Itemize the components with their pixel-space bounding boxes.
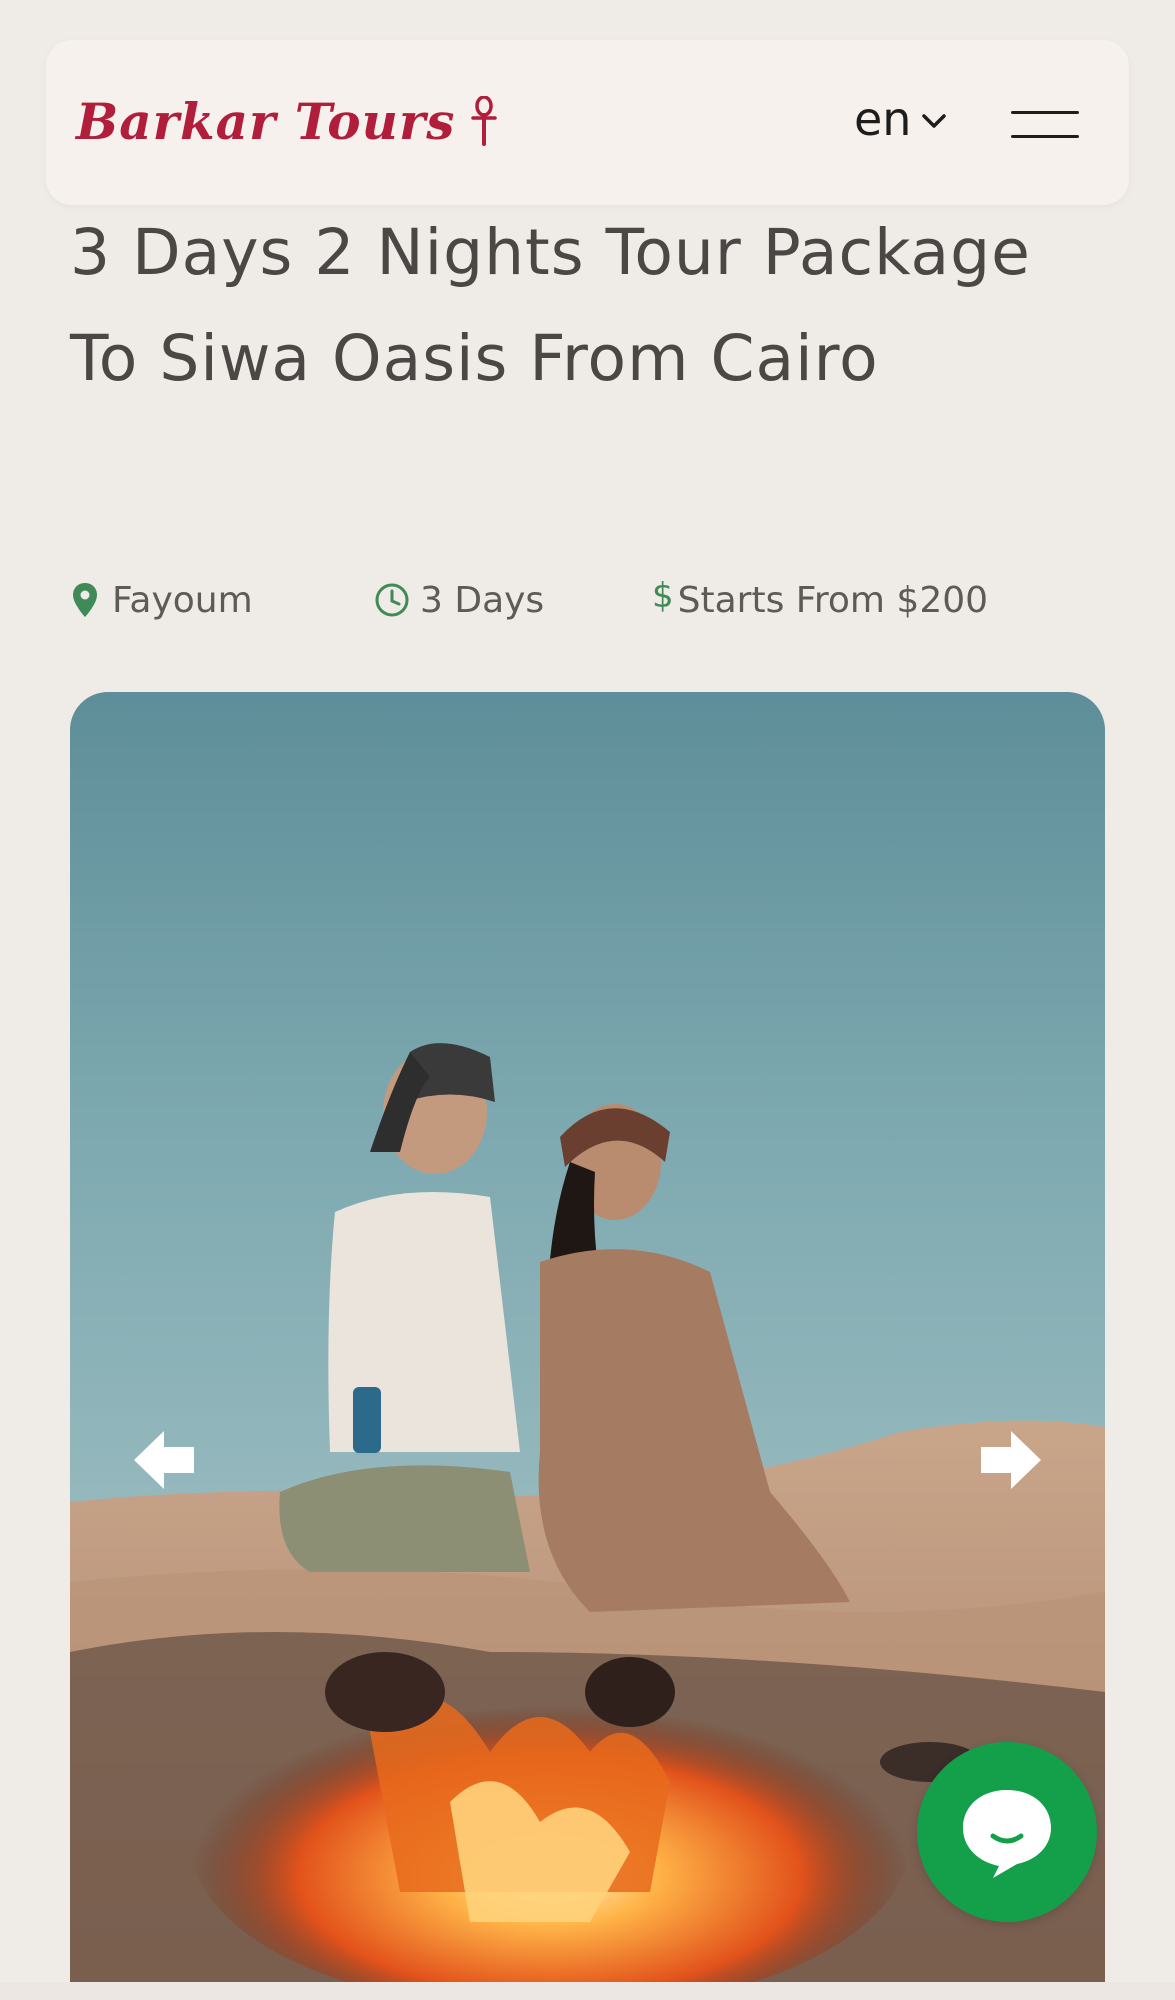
tour-price-text: Starts From $200 (677, 579, 989, 621)
menu-line-top (1011, 111, 1079, 114)
tour-location: Fayoum (72, 572, 253, 628)
chat-bubble-icon (963, 1790, 1051, 1878)
tour-duration-text: 3 Days (420, 579, 545, 621)
menu-line-bottom (1011, 135, 1079, 138)
chat-button[interactable] (917, 1742, 1097, 1922)
map-pin-icon (72, 582, 98, 618)
language-selector[interactable]: en (854, 92, 947, 146)
clock-icon (374, 582, 410, 618)
arrow-right-icon[interactable] (975, 1425, 1045, 1495)
tour-price: $ Starts From $200 (652, 572, 988, 628)
page-bottom-strip (0, 1982, 1175, 2000)
tour-duration: 3 Days (374, 572, 544, 628)
dollar-icon: $ (652, 576, 674, 616)
hamburger-menu-icon[interactable] (1011, 107, 1081, 141)
tour-location-text: Fayoum (112, 579, 253, 621)
brand-logo[interactable]: Barkar Tours (76, 92, 498, 151)
brand-logo-text: Barkar Tours (76, 92, 456, 151)
tour-title: 3 Days 2 Nights Tour Package To Siwa Oas… (70, 216, 1031, 395)
site-header: Barkar Tours en (46, 40, 1129, 205)
chevron-down-icon (922, 114, 947, 128)
ankh-icon (471, 95, 498, 146)
tour-meta: Fayoum 3 Days $ Starts From $200 (72, 572, 1132, 628)
language-label: en (854, 92, 912, 146)
arrow-left-icon[interactable] (130, 1425, 200, 1495)
